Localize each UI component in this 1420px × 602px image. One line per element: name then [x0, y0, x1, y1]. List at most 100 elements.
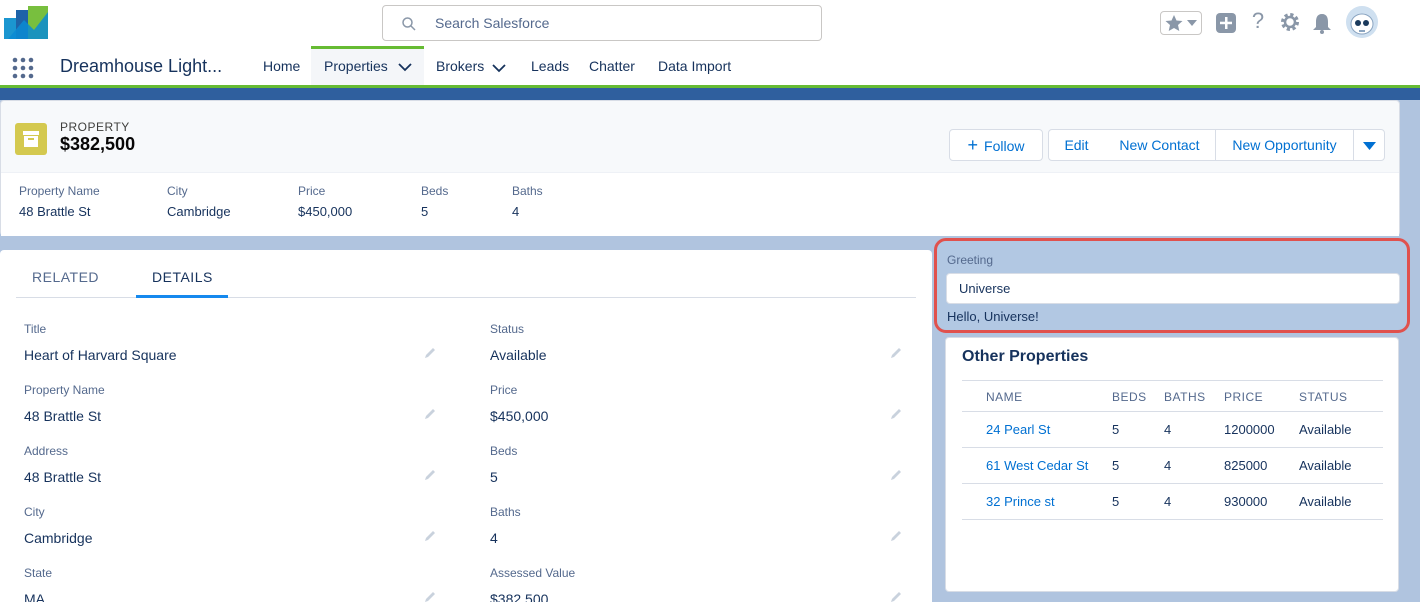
chevron-down-icon [1187, 20, 1197, 26]
cell-beds: 5 [1112, 458, 1120, 473]
highlight-value: Cambridge [167, 204, 231, 219]
tab-related[interactable]: RELATED [32, 269, 99, 285]
search-icon [402, 17, 416, 31]
nav-item-brokers[interactable]: Brokers [436, 46, 484, 85]
highlight-label: Price [298, 184, 326, 198]
notifications-bell-icon[interactable] [1311, 11, 1333, 35]
app-launcher-icon[interactable] [12, 57, 34, 79]
global-add-icon[interactable] [1215, 11, 1237, 35]
table-row: 24 Pearl St 5 4 1200000 Available [962, 412, 1383, 448]
field-label: Title [24, 322, 47, 336]
nav-item-data-import[interactable]: Data Import [658, 46, 731, 85]
column-header-price[interactable]: PRICE [1224, 390, 1263, 404]
column-header-beds[interactable]: BEDS [1112, 390, 1147, 404]
chevron-down-icon[interactable] [492, 63, 506, 73]
field-value: Available [490, 347, 547, 363]
table-row: 32 Prince st 5 4 930000 Available [962, 484, 1383, 520]
page-background-pattern [0, 88, 1420, 100]
tab-details[interactable]: DETAILS [152, 269, 213, 285]
field-label: Property Name [24, 383, 105, 397]
field-assessed-value: Assessed Value $382,500 [490, 566, 910, 602]
field-value: $450,000 [490, 408, 549, 424]
avatar-robot-icon [1346, 6, 1378, 38]
highlight-value: 4 [512, 204, 520, 219]
column-header-status[interactable]: STATUS [1299, 390, 1348, 404]
field-value: 5 [490, 469, 498, 485]
new-contact-button[interactable]: New Contact [1104, 129, 1216, 161]
greeting-input[interactable]: Universe [946, 273, 1400, 304]
help-icon[interactable]: ? [1247, 9, 1269, 33]
search-placeholder[interactable]: Search Salesforce [435, 15, 549, 31]
pencil-edit-icon[interactable] [423, 529, 437, 543]
field-label: State [24, 566, 53, 580]
field-address: Address 48 Brattle St [24, 444, 444, 485]
field-value: 48 Brattle St [24, 408, 102, 424]
other-properties-title: Other Properties [962, 348, 1089, 365]
field-value: Cambridge [24, 530, 93, 546]
highlight-property-name: Property Name 48 Brattle St [19, 184, 100, 219]
app-navigation-bar: Dreamhouse Light... Home Properties Brok… [0, 46, 1420, 88]
pencil-edit-icon[interactable] [423, 590, 437, 602]
highlight-price: Price $450,000 [298, 184, 352, 219]
chevron-down-icon[interactable] [398, 62, 412, 72]
app-logo-icon[interactable] [4, 6, 48, 39]
cell-status: Available [1299, 494, 1352, 509]
highlight-city: City Cambridge [167, 184, 231, 219]
cell-status: Available [1299, 422, 1352, 437]
table-header-row: NAME BEDS BATHS PRICE STATUS [962, 380, 1383, 412]
favorites-button[interactable] [1160, 11, 1202, 35]
column-header-baths[interactable]: BATHS [1164, 390, 1206, 404]
field-state: State MA [24, 566, 444, 602]
field-label: Address [24, 444, 69, 458]
highlight-label: Baths [512, 184, 543, 198]
column-header-name[interactable]: NAME [986, 390, 1023, 404]
field-value: Heart of Harvard Square [24, 347, 177, 363]
pencil-edit-icon[interactable] [423, 407, 437, 421]
cell-beds: 5 [1112, 422, 1120, 437]
highlight-beds: Beds 5 [421, 184, 448, 219]
nav-item-home[interactable]: Home [263, 46, 300, 85]
app-name: Dreamhouse Light... [60, 56, 223, 76]
record-object-label: PROPERTY [60, 120, 130, 134]
cell-baths: 4 [1164, 458, 1172, 473]
record-tabs: RELATED DETAILS [16, 250, 916, 298]
global-header: Search Salesforce ? [0, 0, 1420, 46]
greeting-component: Greeting Universe Hello, Universe! [934, 238, 1410, 333]
field-property-name: Property Name 48 Brattle St [24, 383, 444, 424]
field-value: 4 [490, 530, 498, 546]
property-name-link[interactable]: 32 Prince st [986, 494, 1055, 509]
pencil-edit-icon[interactable] [889, 529, 903, 543]
new-opportunity-button[interactable]: New Opportunity [1215, 129, 1354, 161]
nav-item-properties[interactable]: Properties [311, 46, 424, 85]
field-label: City [24, 505, 45, 519]
pencil-edit-icon[interactable] [889, 590, 903, 602]
field-label: Price [490, 383, 518, 397]
nav-item-properties-label: Properties [324, 58, 388, 74]
pencil-edit-icon[interactable] [423, 346, 437, 360]
more-actions-button[interactable] [1353, 129, 1385, 161]
other-properties-table: NAME BEDS BATHS PRICE STATUS 24 Pearl St… [962, 380, 1383, 520]
greeting-label: Greeting [947, 253, 994, 267]
follow-button[interactable]: + Follow [949, 129, 1043, 161]
pencil-edit-icon[interactable] [423, 468, 437, 482]
pencil-edit-icon[interactable] [889, 346, 903, 360]
table-row: 61 West Cedar St 5 4 825000 Available [962, 448, 1383, 484]
record-title: $382,500 [60, 134, 136, 154]
setup-gear-icon[interactable] [1279, 10, 1301, 34]
highlight-label: City [167, 184, 188, 198]
user-avatar[interactable] [1346, 6, 1378, 38]
nav-item-leads[interactable]: Leads [531, 46, 569, 85]
svg-text:?: ? [1252, 9, 1264, 33]
global-search[interactable]: Search Salesforce [382, 5, 822, 41]
highlight-baths: Baths 4 [512, 184, 543, 219]
pencil-edit-icon[interactable] [889, 468, 903, 482]
cell-beds: 5 [1112, 494, 1120, 509]
field-price: Price $450,000 [490, 383, 910, 424]
property-name-link[interactable]: 61 West Cedar St [986, 458, 1088, 473]
pencil-edit-icon[interactable] [889, 407, 903, 421]
nav-item-chatter[interactable]: Chatter [589, 46, 635, 85]
field-value: MA [24, 591, 45, 602]
property-name-link[interactable]: 24 Pearl St [986, 422, 1050, 437]
field-value: 48 Brattle St [24, 469, 102, 485]
edit-button[interactable]: Edit [1048, 129, 1105, 161]
